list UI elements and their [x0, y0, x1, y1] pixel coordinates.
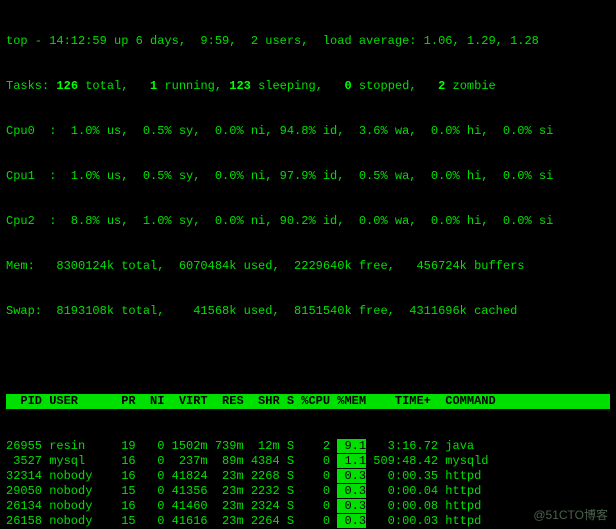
row-mem: 0.3	[337, 484, 366, 498]
row-mem: 0.3	[337, 514, 366, 528]
summary-cpu1: Cpu1 : 1.0% us, 0.5% sy, 0.0% ni, 97.9% …	[6, 169, 610, 184]
process-row[interactable]: 32314 nobody 16 0 41824 23m 2268 S 0 0.3…	[6, 469, 610, 484]
watermark: @51CTO博客	[533, 508, 608, 523]
summary-mem: Mem: 8300124k total, 6070484k used, 2229…	[6, 259, 610, 274]
process-list: 26955 resin 19 0 1502m 739m 12m S 2 9.1 …	[6, 439, 610, 529]
terminal[interactable]: top - 14:12:59 up 6 days, 9:59, 2 users,…	[0, 0, 616, 529]
row-right: 0:00.03 httpd	[366, 514, 481, 528]
row-left: 32314 nobody 16 0 41824 23m 2268 S 0	[6, 469, 337, 483]
row-right: 0:00.35 httpd	[366, 469, 481, 483]
row-right: 3:16.72 java	[366, 439, 474, 453]
row-right: 0:00.08 httpd	[366, 499, 481, 513]
row-left: 26158 nobody 15 0 41616 23m 2264 S 0	[6, 514, 337, 528]
row-left: 26134 nobody 16 0 41460 23m 2324 S 0	[6, 499, 337, 513]
row-left: 26955 resin 19 0 1502m 739m 12m S 2	[6, 439, 337, 453]
process-row[interactable]: 29050 nobody 15 0 41356 23m 2232 S 0 0.3…	[6, 484, 610, 499]
summary-cpu0: Cpu0 : 1.0% us, 0.5% sy, 0.0% ni, 94.8% …	[6, 124, 610, 139]
row-left: 29050 nobody 15 0 41356 23m 2232 S 0	[6, 484, 337, 498]
process-row[interactable]: 26158 nobody 15 0 41616 23m 2264 S 0 0.3…	[6, 514, 610, 529]
blank-line	[6, 349, 610, 364]
summary-tasks: Tasks: 126 total, 1 running, 123 sleepin…	[6, 79, 610, 94]
row-mem: 0.3	[337, 469, 366, 483]
row-right: 0:00.04 httpd	[366, 484, 481, 498]
process-row[interactable]: 3527 mysql 16 0 237m 89m 4384 S 0 1.1 50…	[6, 454, 610, 469]
column-headers: PID USER PR NI VIRT RES SHR S %CPU %MEM …	[6, 394, 610, 409]
row-mem: 1.1	[337, 454, 366, 468]
row-mem: 9.1	[337, 439, 366, 453]
row-left: 3527 mysql 16 0 237m 89m 4384 S 0	[6, 454, 337, 468]
process-row[interactable]: 26134 nobody 16 0 41460 23m 2324 S 0 0.3…	[6, 499, 610, 514]
summary-cpu2: Cpu2 : 8.8% us, 1.0% sy, 0.0% ni, 90.2% …	[6, 214, 610, 229]
row-mem: 0.3	[337, 499, 366, 513]
summary-uptime: top - 14:12:59 up 6 days, 9:59, 2 users,…	[6, 34, 610, 49]
summary-swap: Swap: 8193108k total, 41568k used, 81515…	[6, 304, 610, 319]
row-right: 509:48.42 mysqld	[366, 454, 488, 468]
process-row[interactable]: 26955 resin 19 0 1502m 739m 12m S 2 9.1 …	[6, 439, 610, 454]
